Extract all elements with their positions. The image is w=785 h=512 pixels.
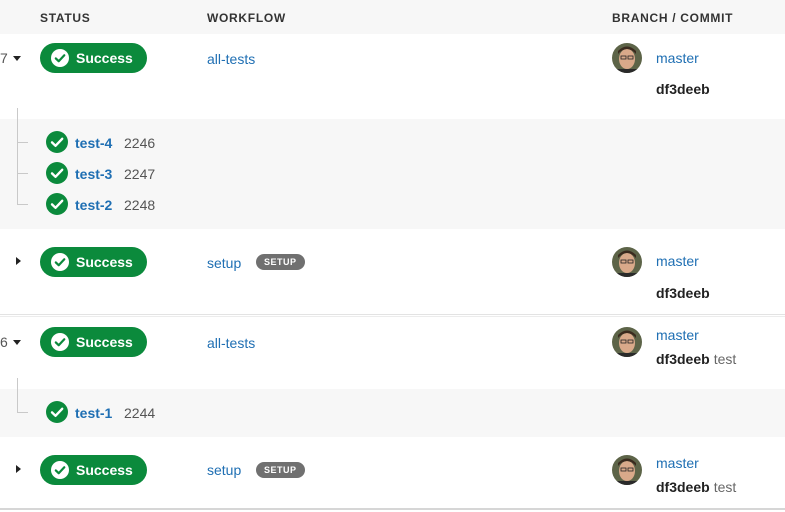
avatar [612, 327, 642, 357]
status-label: Success [76, 254, 133, 270]
branch-link[interactable]: master [656, 253, 699, 269]
workflow-link[interactable]: setup [207, 255, 241, 271]
branch-link[interactable]: master [656, 455, 699, 471]
expand-caret-icon[interactable] [16, 257, 21, 265]
avatar [612, 247, 642, 277]
status-badge[interactable]: Success [40, 455, 147, 485]
commit-sha[interactable]: df3deeb [656, 285, 710, 301]
job-list: test-1 2244 [0, 389, 785, 437]
commit-message: test [713, 351, 737, 367]
collapse-caret-icon[interactable] [13, 56, 21, 61]
status-label: Success [76, 462, 133, 478]
check-circle-icon [46, 162, 68, 184]
tree-line [17, 119, 18, 204]
status-badge[interactable]: Success [40, 327, 147, 357]
status-label: Success [76, 334, 133, 350]
status-column-header: STATUS [40, 11, 91, 25]
commit-sha[interactable]: df3deeb [656, 351, 710, 367]
commit-message: test [713, 479, 737, 495]
avatar [612, 455, 642, 485]
branch-commit-column-header: BRANCH / COMMIT [612, 11, 734, 25]
check-circle-icon [46, 131, 68, 153]
commit-sha[interactable]: df3deeb [656, 81, 710, 97]
tree-branch [17, 204, 28, 205]
workflow-link[interactable]: setup [207, 462, 241, 478]
job-list: test-4 2246 test-3 2247 test-2 2248 [0, 119, 785, 229]
expand-caret-icon[interactable] [16, 465, 21, 473]
status-label: Success [76, 50, 133, 66]
group-divider [0, 314, 785, 315]
tree-line [17, 389, 18, 412]
pipeline-number: 7 [0, 50, 8, 66]
avatar [612, 43, 642, 73]
setup-badge: SETUP [256, 254, 305, 270]
workflow-link[interactable]: all-tests [207, 51, 255, 67]
collapse-caret-icon[interactable] [13, 340, 21, 345]
commit-sha[interactable]: df3deeb [656, 479, 710, 495]
workflow-link[interactable]: all-tests [207, 335, 255, 351]
table-header: STATUS WORKFLOW BRANCH / COMMIT [0, 0, 785, 34]
job-link[interactable]: test-2 [75, 197, 112, 213]
commit-info: df3deeb [656, 285, 710, 301]
commit-info: df3deeb test [656, 479, 736, 495]
job-number: 2247 [124, 166, 156, 182]
check-circle-icon [46, 401, 68, 423]
pipeline-number: 6 [0, 334, 8, 350]
job-number: 2246 [124, 135, 156, 151]
job-link[interactable]: test-3 [75, 166, 112, 182]
status-badge[interactable]: Success [40, 247, 147, 277]
commit-info: df3deeb test [656, 351, 736, 367]
job-number: 2244 [124, 405, 156, 421]
commit-info: df3deeb [656, 81, 710, 97]
bottom-divider [0, 508, 785, 510]
check-circle-icon [46, 193, 68, 215]
tree-line [17, 108, 18, 119]
tree-branch [17, 173, 28, 174]
workflow-row: 7 Success all-tests master df3deeb [0, 34, 785, 119]
workflow-row: 6 Success all-tests master df3deeb test [0, 317, 785, 389]
workflow-row: Success setup SETUP master df3deeb [0, 229, 785, 314]
check-circle-icon [51, 461, 69, 479]
setup-badge: SETUP [256, 462, 305, 478]
tree-line [17, 378, 18, 389]
job-number: 2248 [124, 197, 156, 213]
workflow-row: Success setup SETUP master df3deeb test [0, 437, 785, 508]
workflow-column-header: WORKFLOW [207, 11, 286, 25]
branch-link[interactable]: master [656, 50, 699, 66]
tree-branch [17, 412, 28, 413]
status-badge[interactable]: Success [40, 43, 147, 73]
check-circle-icon [51, 253, 69, 271]
job-link[interactable]: test-4 [75, 135, 112, 151]
check-circle-icon [51, 333, 69, 351]
check-circle-icon [51, 49, 69, 67]
branch-link[interactable]: master [656, 327, 699, 343]
job-link[interactable]: test-1 [75, 405, 112, 421]
tree-branch [17, 142, 28, 143]
